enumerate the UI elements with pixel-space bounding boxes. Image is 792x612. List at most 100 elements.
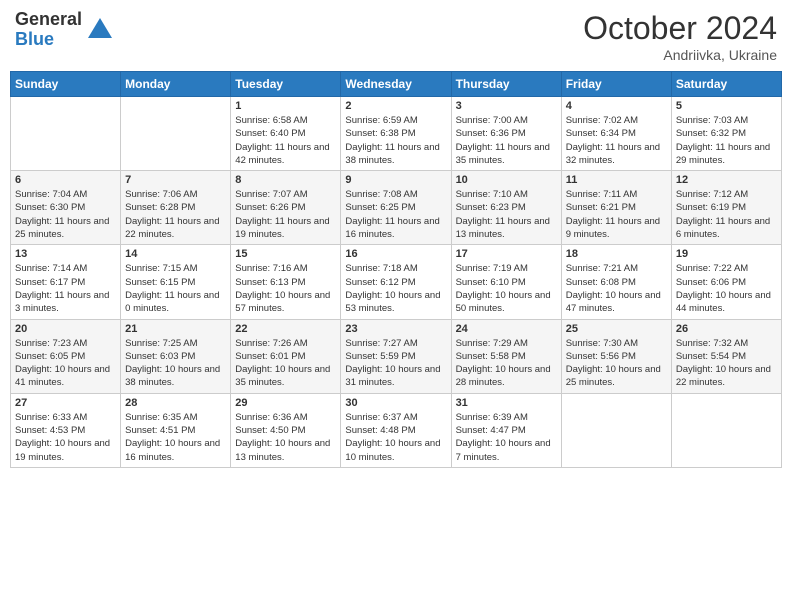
logo-general-text: General [15,10,82,30]
calendar-table: SundayMondayTuesdayWednesdayThursdayFrid… [10,71,782,468]
day-info: Sunrise: 7:16 AM Sunset: 6:13 PM Dayligh… [235,262,336,315]
day-info: Sunrise: 7:02 AM Sunset: 6:34 PM Dayligh… [566,114,667,167]
location-subtitle: Andriivka, Ukraine [583,47,777,63]
page-header: General Blue October 2024 Andriivka, Ukr… [10,10,782,63]
calendar-day-cell: 5 Sunrise: 7:03 AM Sunset: 6:32 PM Daylig… [671,97,781,171]
calendar-week-5: 27Sunrise: 6:33 AM Sunset: 4:53 PM Dayli… [11,393,782,467]
day-info: Sunrise: 7:14 AM Sunset: 6:17 PM Dayligh… [15,262,116,315]
day-number: 26 [676,323,777,335]
calendar-week-1: 1 Sunrise: 6:58 AM Sunset: 6:40 PM Daylig… [11,97,782,171]
day-info: Sunrise: 7:11 AM Sunset: 6:21 PM Dayligh… [566,188,667,241]
calendar-day-cell: 31 Sunrise: 6:39 AM Sunset: 4:47 PM Dayli… [451,393,561,467]
day-info: Sunrise: 7:00 AM Sunset: 6:36 PM Dayligh… [456,114,557,167]
calendar-day-cell: 19Sunrise: 7:22 AM Sunset: 6:06 PM Dayli… [671,245,781,319]
day-info: Sunrise: 6:39 AM Sunset: 4:47 PM Dayligh… [456,411,557,464]
day-info: Sunrise: 7:07 AM Sunset: 6:26 PM Dayligh… [235,188,336,241]
calendar-day-cell: 17 Sunrise: 7:19 AM Sunset: 6:10 PM Dayli… [451,245,561,319]
day-info: Sunrise: 7:06 AM Sunset: 6:28 PM Dayligh… [125,188,226,241]
title-block: October 2024 Andriivka, Ukraine [583,10,777,63]
day-info: Sunrise: 7:10 AM Sunset: 6:23 PM Dayligh… [456,188,557,241]
weekday-header-thursday: Thursday [451,72,561,97]
day-info: Sunrise: 7:25 AM Sunset: 6:03 PM Dayligh… [125,337,226,390]
day-number: 28 [125,397,226,409]
day-number: 21 [125,323,226,335]
day-number: 5 [676,100,777,112]
weekday-header-saturday: Saturday [671,72,781,97]
day-info: Sunrise: 7:22 AM Sunset: 6:06 PM Dayligh… [676,262,777,315]
calendar-day-cell: 3 Sunrise: 7:00 AM Sunset: 6:36 PM Daylig… [451,97,561,171]
calendar-day-cell: 2Sunrise: 6:59 AM Sunset: 6:38 PM Daylig… [341,97,451,171]
day-info: Sunrise: 7:03 AM Sunset: 6:32 PM Dayligh… [676,114,777,167]
calendar-day-cell: 29Sunrise: 6:36 AM Sunset: 4:50 PM Dayli… [231,393,341,467]
calendar-day-cell: 15 Sunrise: 7:16 AM Sunset: 6:13 PM Dayli… [231,245,341,319]
calendar-week-3: 13 Sunrise: 7:14 AM Sunset: 6:17 PM Dayli… [11,245,782,319]
day-number: 4 [566,100,667,112]
calendar-day-cell: 13 Sunrise: 7:14 AM Sunset: 6:17 PM Dayli… [11,245,121,319]
calendar-day-cell: 27Sunrise: 6:33 AM Sunset: 4:53 PM Dayli… [11,393,121,467]
day-info: Sunrise: 7:30 AM Sunset: 5:56 PM Dayligh… [566,337,667,390]
day-number: 15 [235,248,336,260]
calendar-day-cell: 24Sunrise: 7:29 AM Sunset: 5:58 PM Dayli… [451,319,561,393]
day-number: 1 [235,100,336,112]
calendar-day-cell [121,97,231,171]
calendar-week-2: 6Sunrise: 7:04 AM Sunset: 6:30 PM Daylig… [11,171,782,245]
calendar-day-cell: 7 Sunrise: 7:06 AM Sunset: 6:28 PM Daylig… [121,171,231,245]
day-number: 31 [456,397,557,409]
calendar-day-cell: 21 Sunrise: 7:25 AM Sunset: 6:03 PM Dayli… [121,319,231,393]
day-number: 17 [456,248,557,260]
day-info: Sunrise: 6:59 AM Sunset: 6:38 PM Dayligh… [345,114,446,167]
day-info: Sunrise: 6:58 AM Sunset: 6:40 PM Dayligh… [235,114,336,167]
calendar-day-cell: 22 Sunrise: 7:26 AM Sunset: 6:01 PM Dayli… [231,319,341,393]
day-number: 25 [566,323,667,335]
day-number: 13 [15,248,116,260]
day-info: Sunrise: 7:15 AM Sunset: 6:15 PM Dayligh… [125,262,226,315]
day-info: Sunrise: 7:12 AM Sunset: 6:19 PM Dayligh… [676,188,777,241]
day-info: Sunrise: 7:27 AM Sunset: 5:59 PM Dayligh… [345,337,446,390]
calendar-day-cell: 16 Sunrise: 7:18 AM Sunset: 6:12 PM Dayli… [341,245,451,319]
calendar-day-cell: 10 Sunrise: 7:10 AM Sunset: 6:23 PM Dayli… [451,171,561,245]
day-info: Sunrise: 6:33 AM Sunset: 4:53 PM Dayligh… [15,411,116,464]
weekday-header-tuesday: Tuesday [231,72,341,97]
weekday-header-row: SundayMondayTuesdayWednesdayThursdayFrid… [11,72,782,97]
day-number: 3 [456,100,557,112]
calendar-day-cell: 8Sunrise: 7:07 AM Sunset: 6:26 PM Daylig… [231,171,341,245]
calendar-day-cell: 26 Sunrise: 7:32 AM Sunset: 5:54 PM Dayli… [671,319,781,393]
calendar-day-cell: 25 Sunrise: 7:30 AM Sunset: 5:56 PM Dayli… [561,319,671,393]
logo-blue-text: Blue [15,30,82,50]
day-number: 10 [456,174,557,186]
day-number: 7 [125,174,226,186]
weekday-header-sunday: Sunday [11,72,121,97]
weekday-header-wednesday: Wednesday [341,72,451,97]
calendar-day-cell: 6Sunrise: 7:04 AM Sunset: 6:30 PM Daylig… [11,171,121,245]
calendar-day-cell: 23 Sunrise: 7:27 AM Sunset: 5:59 PM Dayli… [341,319,451,393]
calendar-day-cell: 14 Sunrise: 7:15 AM Sunset: 6:15 PM Dayli… [121,245,231,319]
day-number: 16 [345,248,446,260]
weekday-header-monday: Monday [121,72,231,97]
day-info: Sunrise: 7:32 AM Sunset: 5:54 PM Dayligh… [676,337,777,390]
day-number: 30 [345,397,446,409]
calendar-day-cell [11,97,121,171]
calendar-day-cell: 28 Sunrise: 6:35 AM Sunset: 4:51 PM Dayli… [121,393,231,467]
day-info: Sunrise: 6:35 AM Sunset: 4:51 PM Dayligh… [125,411,226,464]
day-number: 22 [235,323,336,335]
calendar-day-cell: 20 Sunrise: 7:23 AM Sunset: 6:05 PM Dayli… [11,319,121,393]
day-info: Sunrise: 6:37 AM Sunset: 4:48 PM Dayligh… [345,411,446,464]
calendar-day-cell: 4 Sunrise: 7:02 AM Sunset: 6:34 PM Daylig… [561,97,671,171]
day-info: Sunrise: 6:36 AM Sunset: 4:50 PM Dayligh… [235,411,336,464]
day-number: 20 [15,323,116,335]
day-info: Sunrise: 7:18 AM Sunset: 6:12 PM Dayligh… [345,262,446,315]
day-number: 23 [345,323,446,335]
day-number: 9 [345,174,446,186]
day-number: 18 [566,248,667,260]
day-info: Sunrise: 7:26 AM Sunset: 6:01 PM Dayligh… [235,337,336,390]
calendar-day-cell [561,393,671,467]
calendar-day-cell: 11Sunrise: 7:11 AM Sunset: 6:21 PM Dayli… [561,171,671,245]
day-info: Sunrise: 7:19 AM Sunset: 6:10 PM Dayligh… [456,262,557,315]
day-number: 12 [676,174,777,186]
day-info: Sunrise: 7:23 AM Sunset: 6:05 PM Dayligh… [15,337,116,390]
calendar-week-4: 20 Sunrise: 7:23 AM Sunset: 6:05 PM Dayli… [11,319,782,393]
month-year-title: October 2024 [583,10,777,47]
weekday-header-friday: Friday [561,72,671,97]
day-info: Sunrise: 7:08 AM Sunset: 6:25 PM Dayligh… [345,188,446,241]
day-number: 14 [125,248,226,260]
